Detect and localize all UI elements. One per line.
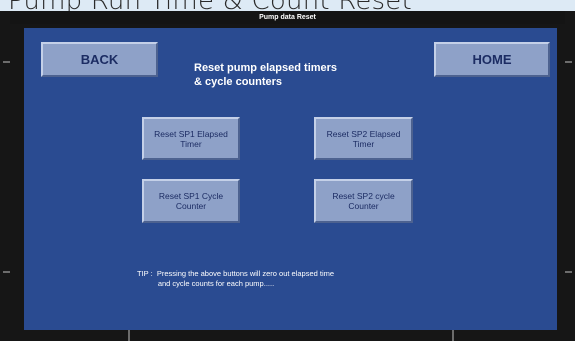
home-button[interactable]: HOME	[434, 42, 550, 77]
footer-tick-left	[128, 330, 130, 341]
main-panel: BACK HOME Reset pump elapsed timers & cy…	[24, 28, 557, 330]
frame-tick-right-top	[565, 61, 572, 63]
footer-bar	[0, 330, 575, 341]
footer-tick-right	[452, 330, 454, 341]
frame-tick-left-top	[3, 61, 10, 63]
frame-tick-left-bottom	[3, 271, 10, 273]
back-button[interactable]: BACK	[41, 42, 158, 77]
tip-text: TIP : Pressing the above buttons will ze…	[137, 269, 335, 288]
reset-sp1-cycle-counter-button[interactable]: Reset SP1 Cycle Counter	[142, 179, 240, 223]
reset-sp1-elapsed-timer-button[interactable]: Reset SP1 Elapsed Timer	[142, 117, 240, 160]
frame-tick-right-bottom	[565, 271, 572, 273]
reset-sp2-cycle-counter-button[interactable]: Reset SP2 cycle Counter	[314, 179, 413, 223]
page-heading: Reset pump elapsed timers & cycle counte…	[194, 62, 338, 88]
reset-sp2-elapsed-timer-button[interactable]: Reset SP2 Elapsed Timer	[314, 117, 413, 160]
window-title: Pump data Reset	[10, 11, 565, 24]
